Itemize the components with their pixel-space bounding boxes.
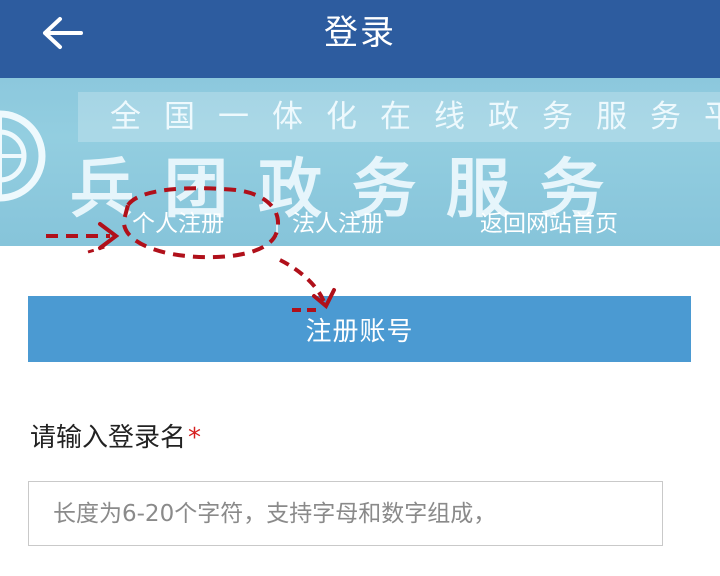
login-name-field (28, 481, 663, 546)
nav-divider (276, 212, 278, 236)
page-title: 登录 (324, 13, 396, 53)
login-screen: 登录 全国一体化在线政务服务平 兵团政务服务 个人注册 法人注册 返回网站首页 … (0, 0, 720, 576)
register-account-button[interactable]: 注册账号 (28, 296, 691, 362)
login-name-input[interactable] (29, 482, 662, 545)
banner-subtitle: 全国一体化在线政务服务平 (110, 99, 720, 135)
required-mark: * (188, 423, 202, 453)
portal-banner: 全国一体化在线政务服务平 兵团政务服务 个人注册 法人注册 返回网站首页 (0, 78, 720, 246)
login-name-label: 请输入登录名* (30, 418, 201, 458)
top-nav-bar: 登录 (0, 0, 720, 78)
legal-register-link[interactable]: 法人注册 (292, 208, 384, 240)
emblem-logo (0, 110, 46, 202)
personal-register-link[interactable]: 个人注册 (132, 208, 224, 240)
banner-nav: 个人注册 法人注册 返回网站首页 (0, 208, 720, 242)
return-home-link[interactable]: 返回网站首页 (480, 208, 618, 240)
login-name-label-text: 请输入登录名 (30, 423, 187, 453)
